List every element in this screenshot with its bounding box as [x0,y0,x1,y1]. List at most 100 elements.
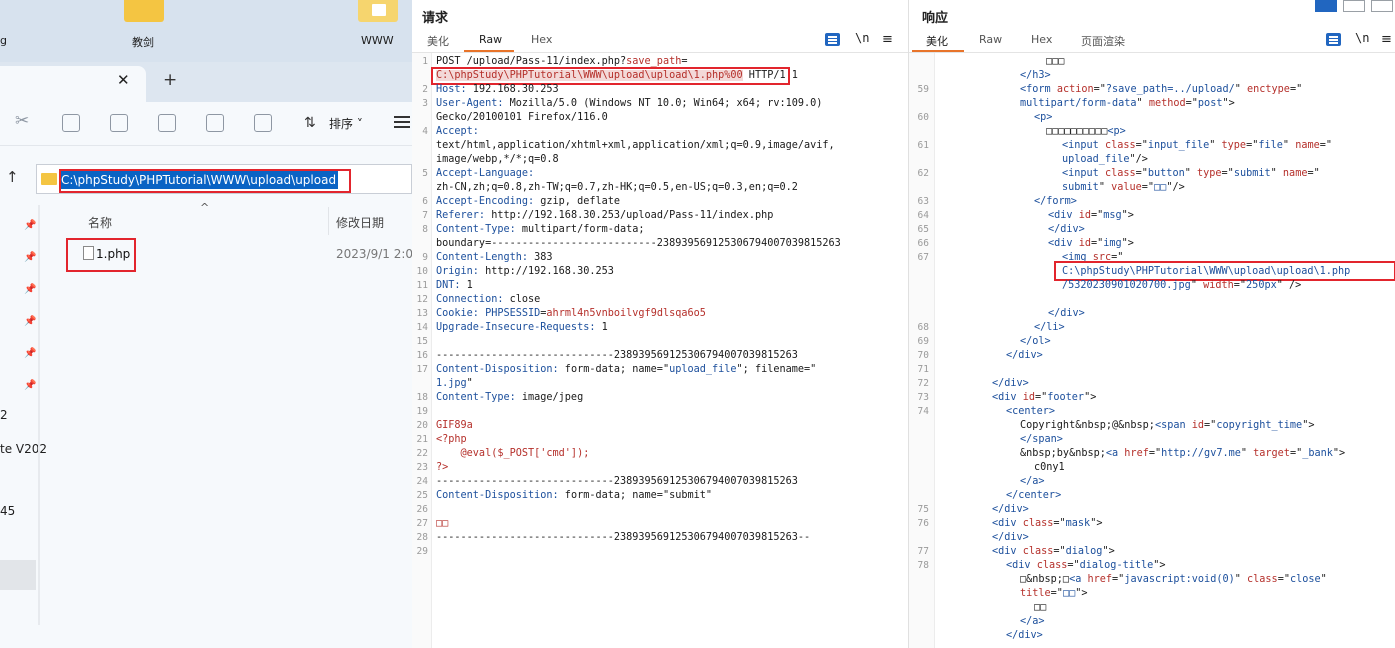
tab-pretty[interactable]: 美化 [926,33,948,49]
nav-scrollbar[interactable] [38,205,40,625]
request-pane: 请求 美化 Raw Hex \n ≡ 1 POST /upload/Pass-1… [412,0,908,648]
response-title: 响应 [922,11,949,26]
code-line: 1.jpg" [436,378,473,389]
wrap-lines-icon[interactable] [825,33,840,46]
code-line: Accept-Language: [436,168,535,179]
column-header-date[interactable]: 修改日期 [336,214,384,231]
code-line: </ol> [1020,336,1051,347]
paste-icon[interactable] [110,114,128,132]
response-tabs: 美化 Raw Hex 页面渲染 [909,33,1395,53]
code-line: Cookie: PHPSESSID=ahrml4n5vnboilvgf9dlsq… [436,308,706,319]
code-line: multipart/form-data" method="post"> [1020,98,1235,109]
code-line: <div id="msg"> [1048,210,1134,221]
vertical-view-icon[interactable] [1371,0,1393,12]
tab-hex[interactable]: Hex [1031,33,1052,46]
share-icon[interactable] [206,114,224,132]
code-line: &nbsp;by&nbsp;<a href="http://gv7.me" ta… [1020,448,1346,459]
request-title: 请求 [422,11,449,26]
nav-item-label[interactable]: 45 [0,504,15,518]
folder-icon [41,173,57,185]
menu-icon[interactable]: ≡ [1381,32,1392,47]
code-line: </a> [1020,476,1045,487]
column-header-name[interactable]: 名称 [88,214,112,231]
rename-icon[interactable] [158,114,176,132]
file-date: 2023/9/1 2:07 [336,247,412,261]
code-line: <div class="dialog-title"> [1006,560,1166,571]
code-line: <p> [1034,112,1053,123]
delete-icon[interactable] [254,114,272,132]
desktop-label: 教剑 [132,36,154,49]
code-line: image/webp,*/*;q=0.8 [436,154,559,165]
code-line: </h3> [1020,70,1051,81]
tab-render[interactable]: 页面渲染 [1081,33,1125,49]
pin-icon[interactable]: 📌 [24,316,36,327]
img-src-highlight-box [1054,261,1395,281]
code-line: □□ [1034,602,1047,613]
newline-toggle[interactable]: \n [855,31,869,45]
code-line: -----------------------------23893956912… [436,532,811,543]
code-line: upload_file"/> [1062,154,1148,165]
code-line: □□ [436,518,449,529]
nav-item-label[interactable]: 2 [0,408,8,422]
code-line: <div id="footer"> [992,392,1097,403]
divider [412,52,908,53]
code-line: -----------------------------23893956912… [436,476,798,487]
code-line: User-Agent: Mozilla/5.0 (Windows NT 10.0… [436,98,823,109]
plus-icon[interactable]: + [163,70,177,90]
cut-icon[interactable] [15,111,33,132]
nav-selected-item[interactable] [0,560,36,590]
address-highlight-box [59,169,351,193]
code-line: </div> [992,378,1029,389]
code-line: <div class="dialog"> [992,546,1115,557]
tab-raw[interactable]: Raw [979,33,1002,46]
code-line: boundary=---------------------------2389… [436,238,841,249]
pin-icon[interactable]: 📌 [24,348,36,359]
code-line: <div id="img"> [1048,238,1134,249]
screen: g 教剑 WWW ✕ + ⇅ 排序 ˅ ↑ C:\phpStudy\PHPTut… [0,0,1395,648]
code-line: <?php [436,434,467,445]
explorer-tab-bar: ✕ + [0,62,412,102]
code-line: </li> [1034,322,1065,333]
code-line: c0ny1 [1034,462,1065,473]
newline-toggle[interactable]: \n [1355,31,1369,45]
code-line: </div> [992,532,1029,543]
tab-raw[interactable]: Raw [479,33,502,46]
code-line: Accept-Encoding: gzip, deflate [436,196,621,207]
menu-icon[interactable]: ≡ [882,32,893,47]
sort-button[interactable]: 排序 ˅ [329,115,363,132]
code-line: ?> [436,462,449,473]
sort-icon: ⇅ [304,115,316,131]
pin-icon[interactable]: 📌 [24,252,36,263]
code-line: submit" value="□□"/> [1062,182,1185,193]
divider [909,52,1395,53]
code-line: </div> [1048,224,1085,235]
horizontal-view-icon[interactable] [1343,0,1365,12]
view-menu-icon[interactable] [394,116,410,128]
desktop-label: g [0,34,7,47]
code-line: GIF89a [436,420,473,431]
code-line: Content-Length: 383 [436,252,553,263]
tab-pretty[interactable]: 美化 [427,33,449,49]
response-pane: 响应 美化 Raw Hex 页面渲染 \n ≡ □□□ </h3> 59 <fo… [908,0,1395,648]
code-line: </center> [1006,490,1062,501]
address-bar[interactable]: C:\phpStudy\PHPTutorial\WWW\upload\uploa… [36,164,412,194]
code-line: </form> [1034,196,1077,207]
pin-icon[interactable]: 📌 [24,220,36,231]
code-line: Accept: [436,126,479,137]
file-row[interactable]: 1.php 2023/9/1 2:07 [66,236,412,272]
folder-icon[interactable] [124,0,164,22]
column-divider[interactable] [328,207,329,235]
code-line: □□□ [1046,56,1065,67]
up-arrow-icon[interactable]: ↑ [6,168,19,186]
close-icon[interactable]: ✕ [117,71,130,89]
pin-icon[interactable]: 📌 [24,380,36,391]
split-view-icon[interactable] [1315,0,1337,12]
tab-hex[interactable]: Hex [531,33,552,46]
code-line: Host: 192.168.30.253 [436,84,559,95]
wrap-lines-icon[interactable] [1326,33,1341,46]
code-line: </a> [1020,616,1045,627]
folder-icon[interactable] [358,0,398,22]
code-line: Copyright&nbsp;@&nbsp;<span id="copyrigh… [1020,420,1315,431]
pin-icon[interactable]: 📌 [24,284,36,295]
copy-icon[interactable] [62,114,80,132]
